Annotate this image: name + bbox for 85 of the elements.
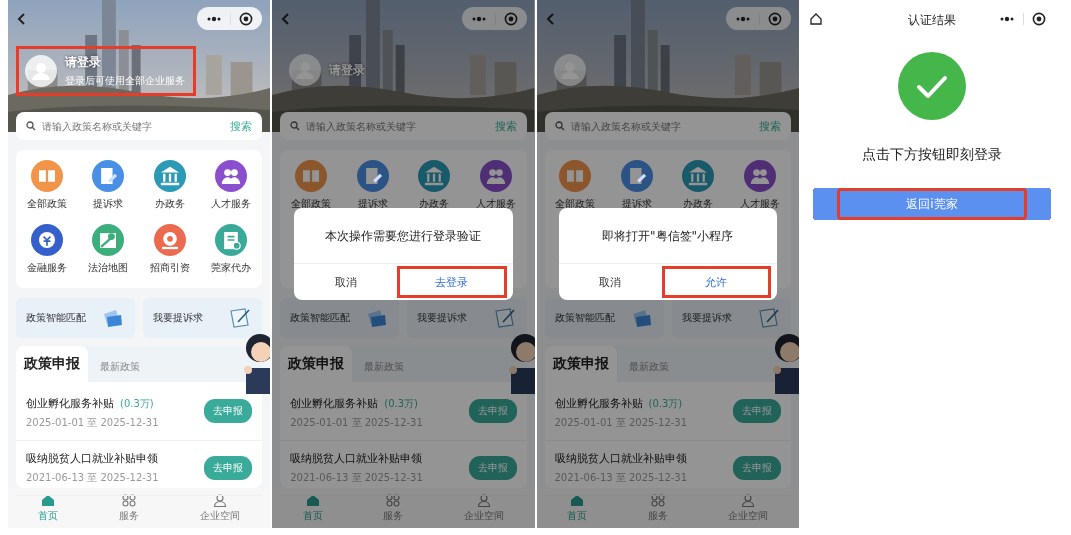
policy-title: 吸纳脱贫人口就业补贴申领 <box>290 451 423 466</box>
home-icon[interactable] <box>808 11 823 26</box>
close-icon <box>503 11 518 26</box>
clipboard-icon <box>228 307 253 329</box>
shortcut-card[interactable]: 政策智能匹配 <box>280 298 400 338</box>
nav-item[interactable]: 服务 <box>119 493 140 523</box>
home-icon <box>305 493 320 507</box>
shortcut-card[interactable]: 我要提诉求 <box>143 298 263 338</box>
back-icon[interactable] <box>544 11 555 26</box>
user-icon <box>212 493 227 507</box>
shortcut-card[interactable]: 政策智能匹配 <box>16 298 136 338</box>
login-subtitle: 登录后可使用全部企业服务 <box>65 74 185 88</box>
tab[interactable]: 政策申报 <box>544 346 617 382</box>
tab[interactable]: 政策申报 <box>16 346 88 382</box>
service-item[interactable]: 招商引资 <box>139 224 201 278</box>
dialog-message: 即将打开"粤信签"小程序 <box>601 228 735 245</box>
apply-button[interactable]: 去申报 <box>204 456 253 480</box>
return-button[interactable]: 返回i莞家 <box>812 188 1051 220</box>
nav-item[interactable]: 企业空间 <box>199 493 240 523</box>
nav-item[interactable]: 首页 <box>38 493 59 523</box>
search-bar[interactable]: 请输入政策名称或关键字 搜索 <box>16 112 263 140</box>
dialog-message: 本次操作需要您进行登录验证 <box>324 228 483 245</box>
nav-item[interactable]: 企业空间 <box>728 493 769 523</box>
nav-item[interactable]: 企业空间 <box>464 493 505 523</box>
close-icon <box>1032 11 1046 26</box>
confirm-button[interactable]: 允许 <box>661 266 771 298</box>
service-item[interactable]: 提诉求 <box>77 160 140 214</box>
policy-amount: (0.3万) <box>120 398 154 409</box>
clipboard-icon <box>756 307 781 329</box>
tab[interactable]: 最新政策 <box>88 352 152 382</box>
apply-button[interactable]: 去申报 <box>204 399 253 423</box>
page-title: 认证结果 <box>907 13 956 27</box>
nav-item[interactable]: 首页 <box>566 493 587 523</box>
policy-title: 吸纳脱贫人口就业补贴申领 <box>26 451 159 466</box>
nav-item[interactable]: 服务 <box>383 493 404 523</box>
cancel-button[interactable]: 取消 <box>558 264 662 300</box>
search-icon <box>26 121 36 131</box>
search-field[interactable]: 请输入政策名称或关键字 <box>42 120 225 132</box>
service-item[interactable]: 办政务 <box>139 160 201 214</box>
close-icon <box>239 11 254 26</box>
service-item[interactable]: 法治地图 <box>77 224 140 278</box>
home-icon <box>41 493 56 507</box>
shortcut-card[interactable]: 我要提诉求 <box>407 298 527 338</box>
clipboard-icon <box>492 307 517 329</box>
cancel-button[interactable]: 取消 <box>294 264 398 300</box>
policy-title: 创业孵化服务补贴 <box>290 397 379 410</box>
policy-title: 吸纳脱贫人口就业补贴申领 <box>554 451 688 466</box>
more-icon <box>470 15 487 22</box>
back-icon[interactable] <box>16 11 26 26</box>
search-icon <box>290 121 301 131</box>
avatar-icon <box>25 55 57 87</box>
home-icon <box>569 493 584 507</box>
result-message: 点击下方按钮即刻登录 <box>861 146 1002 164</box>
search-button[interactable]: 搜索 <box>230 118 253 134</box>
service-item[interactable]: 莞家代办 <box>200 224 263 278</box>
policy-amount: (0.3万) <box>384 398 418 409</box>
search-icon <box>554 121 565 131</box>
confirm-button[interactable]: 去登录 <box>397 266 507 298</box>
more-icon <box>999 15 1015 22</box>
user-icon <box>741 493 756 507</box>
close-icon <box>767 11 782 26</box>
user-icon <box>477 493 492 507</box>
shortcut-card[interactable]: 政策智能匹配 <box>544 298 664 338</box>
tab[interactable]: 政策申报 <box>280 346 353 382</box>
policy-dates: 2021-06-13 至 2025-12-31 <box>26 471 159 485</box>
more-icon <box>206 15 223 22</box>
success-check-icon <box>897 52 966 120</box>
back-icon[interactable] <box>280 11 291 26</box>
more-icon <box>734 15 751 22</box>
service-item[interactable]: 人才服务 <box>200 160 263 214</box>
policy-amount: (0.3万) <box>648 398 683 409</box>
grid-icon <box>386 493 401 507</box>
search-field[interactable]: 请输入政策名称或关键字 <box>570 120 753 132</box>
nav-item[interactable]: 首页 <box>302 493 323 523</box>
grid-icon <box>650 493 665 507</box>
nav-item[interactable]: 服务 <box>647 493 668 523</box>
policy-dates: 2025-01-01 至 2025-12-31 <box>26 416 159 430</box>
service-item[interactable]: 金融服务 <box>16 224 78 278</box>
shortcut-card[interactable]: 我要提诉求 <box>671 298 791 338</box>
policy-title: 创业孵化服务补贴 <box>26 397 114 410</box>
search-field[interactable]: 请输入政策名称或关键字 <box>306 120 489 132</box>
grid-icon <box>122 493 137 507</box>
service-item[interactable]: 全部政策 <box>16 160 78 214</box>
capsule-menu[interactable] <box>197 7 263 30</box>
policy-title: 创业孵化服务补贴 <box>554 397 643 410</box>
